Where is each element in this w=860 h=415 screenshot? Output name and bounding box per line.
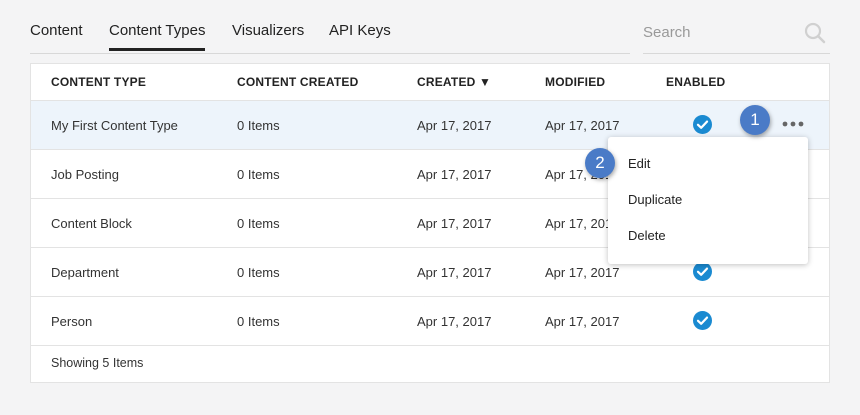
content-created-count: 0 Items — [237, 167, 280, 182]
enabled-check-icon[interactable] — [693, 262, 712, 281]
search-input[interactable] — [643, 20, 793, 44]
table-row[interactable]: Person 0 Items Apr 17, 2017 Apr 17, 2017 — [31, 297, 829, 346]
search-box — [643, 0, 830, 54]
column-header-enabled[interactable]: ENABLED — [666, 75, 725, 89]
tab-visualizers[interactable]: Visualizers — [232, 22, 304, 39]
callout-badge-2: 2 — [585, 148, 615, 178]
created-date: Apr 17, 2017 — [417, 314, 492, 329]
tab-api-keys[interactable]: API Keys — [329, 22, 391, 39]
content-type-name: Content Block — [51, 216, 132, 231]
column-header-content-type[interactable]: CONTENT TYPE — [51, 75, 146, 89]
modified-date: Apr 17, 2017 — [545, 314, 620, 329]
column-header-content-created[interactable]: CONTENT CREATED — [237, 75, 358, 89]
content-created-count: 0 Items — [237, 118, 280, 133]
created-date: Apr 17, 2017 — [417, 118, 492, 133]
content-created-count: 0 Items — [237, 265, 280, 280]
column-header-created[interactable]: CREATED ▼ — [417, 75, 491, 89]
created-date: Apr 17, 2017 — [417, 216, 492, 231]
menu-item-duplicate[interactable]: Duplicate — [628, 192, 682, 207]
tab-bar: Content Content Types Visualizers API Ke… — [30, 0, 630, 54]
modified-date: Apr 17, 2017 — [545, 265, 620, 280]
content-type-name: My First Content Type — [51, 118, 178, 133]
menu-item-delete[interactable]: Delete — [628, 228, 666, 243]
tab-content-types[interactable]: Content Types — [109, 22, 206, 51]
column-header-modified[interactable]: MODIFIED — [545, 75, 605, 89]
modified-date: Apr 17, 2017 — [545, 118, 620, 133]
items-count-footer: Showing 5 Items — [51, 356, 144, 370]
content-type-name: Job Posting — [51, 167, 119, 182]
content-created-count: 0 Items — [237, 314, 280, 329]
content-type-name: Person — [51, 314, 93, 329]
search-icon[interactable] — [804, 22, 826, 44]
table-header: CONTENT TYPE CONTENT CREATED CREATED ▼ M… — [31, 64, 829, 101]
enabled-check-icon[interactable] — [693, 311, 712, 330]
row-actions-menu: Edit Duplicate Delete — [608, 137, 808, 264]
enabled-check-icon[interactable] — [693, 115, 712, 134]
content-type-name: Department — [51, 265, 119, 280]
tab-content[interactable]: Content — [30, 22, 83, 39]
more-options-icon[interactable] — [781, 117, 805, 131]
callout-badge-1: 1 — [740, 105, 770, 135]
top-bar: Content Content Types Visualizers API Ke… — [30, 0, 830, 54]
menu-item-edit[interactable]: Edit — [628, 156, 650, 171]
content-created-count: 0 Items — [237, 216, 280, 231]
created-date: Apr 17, 2017 — [417, 265, 492, 280]
created-date: Apr 17, 2017 — [417, 167, 492, 182]
